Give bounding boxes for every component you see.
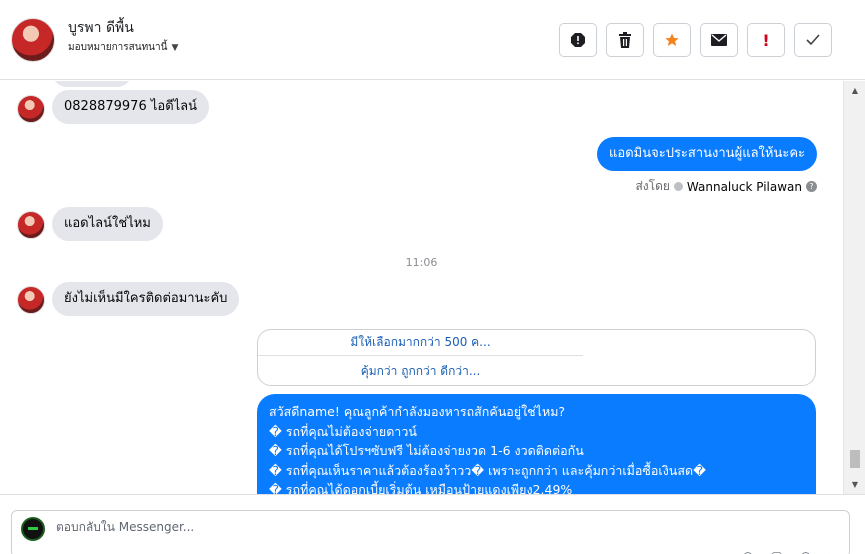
saved-reply-icon[interactable]: ◎ xyxy=(800,549,810,554)
promo-line: � รถที่คุณได้โปรฯซับฟรี ไม่ต้องจ่ายงวด 1… xyxy=(269,443,584,458)
important-icon: ! xyxy=(762,30,770,50)
promo-line: � รถที่คุณเห็นราคาแล้วต้องร้องว้าวว� เพร… xyxy=(269,462,706,478)
timestamp-separator: 11:06 xyxy=(405,256,438,269)
incoming-message: แอดไลน์ใช่ไหม xyxy=(52,207,163,241)
delete-button[interactable] xyxy=(606,23,644,57)
email-button[interactable] xyxy=(700,23,738,57)
outgoing-message: แอดมินจะประสานงานผู้แลให้นะคะ xyxy=(597,137,817,171)
spam-button[interactable] xyxy=(559,23,597,57)
header-actions: ! xyxy=(559,23,832,57)
help-icon[interactable]: ? xyxy=(806,181,817,192)
scrollbar-thumb[interactable] xyxy=(850,450,860,468)
spam-icon xyxy=(571,33,585,47)
scroll-down-arrow-icon[interactable]: ▼ xyxy=(844,477,865,493)
composer-tools: ○ ▢ ◎ ▸ xyxy=(743,549,835,554)
contact-avatar[interactable] xyxy=(11,18,55,62)
trash-icon xyxy=(619,32,631,48)
reply-input[interactable] xyxy=(56,520,556,534)
emoji-icon[interactable]: ○ xyxy=(743,549,753,554)
thread-scrollbar[interactable]: ▲ ▼ xyxy=(843,81,865,495)
scroll-up-arrow-icon[interactable]: ▲ xyxy=(844,83,865,99)
card-divider xyxy=(258,355,583,356)
sent-by-name: Wannaluck Pilawan xyxy=(686,179,802,194)
message-thread[interactable]: 0828879976 ไอดีไลน์ แอดมินจะประสานงานผู้… xyxy=(0,81,843,494)
agent-avatar-icon xyxy=(673,182,683,191)
star-button[interactable] xyxy=(653,23,691,57)
card-button-options[interactable]: มีให้เลือกมากกว่า 500 ค... xyxy=(258,330,583,358)
promo-line: � รถที่คุณได้ดอกเบี้ยเริ่มต้น เหมือนป้าย… xyxy=(269,482,573,494)
messenger-inbox-window: บูรพา ดีพื้น มอบหมายการสนทนานี้ ▼ ! 0828… xyxy=(0,0,865,554)
incoming-message: ยังไม่เห็นมีใครติดต่อมานะคับ xyxy=(52,282,240,316)
card-button-value[interactable]: คุ้มกว่า ถูกกว่า ดีกว่า... xyxy=(258,359,583,387)
mark-important-button[interactable]: ! xyxy=(747,23,785,57)
promo-line: สวัสดีname! คุณลูกค้ากำลังมองหารถสักคันอ… xyxy=(269,404,566,419)
quick-reply-card: มีให้เลือกมากกว่า 500 ค... คุ้มกว่า ถูกก… xyxy=(257,329,816,386)
attachment-icon[interactable]: ▢ xyxy=(771,549,782,554)
conversation-header: บูรพา ดีพื้น มอบหมายการสนทนานี้ ▼ ! xyxy=(0,0,865,80)
assign-conversation-dropdown[interactable]: มอบหมายการสนทนานี้ ▼ xyxy=(68,40,178,55)
page-avatar xyxy=(21,517,45,541)
composer-box[interactable]: ○ ▢ ◎ ▸ xyxy=(11,510,850,554)
more-icon[interactable]: ▸ xyxy=(829,549,835,554)
outgoing-promo-message: สวัสดีname! คุณลูกค้ากำลังมองหารถสักคันอ… xyxy=(257,394,816,494)
mail-icon xyxy=(711,34,727,46)
contact-avatar-small xyxy=(17,286,45,314)
reply-composer: ○ ▢ ◎ ▸ xyxy=(0,494,865,554)
incoming-message: 0828879976 ไอดีไลน์ xyxy=(52,90,210,124)
contact-name[interactable]: บูรพา ดีพื้น xyxy=(68,17,134,39)
partial-message-bubble xyxy=(52,81,132,87)
contact-avatar-small xyxy=(17,211,45,239)
mark-done-button[interactable] xyxy=(794,23,832,57)
sent-by-label: ส่งโดย xyxy=(635,179,670,193)
caret-down-icon: ▼ xyxy=(171,42,179,53)
star-icon xyxy=(665,33,679,46)
contact-avatar-small xyxy=(17,95,45,123)
promo-line: � รถที่คุณไม่ต้องจ่ายดาวน์ xyxy=(269,423,417,439)
assign-label: มอบหมายการสนทนานี้ xyxy=(68,42,168,53)
sent-by-line: ส่งโดย Wannaluck Pilawan ? xyxy=(635,177,817,196)
check-icon xyxy=(806,34,820,46)
